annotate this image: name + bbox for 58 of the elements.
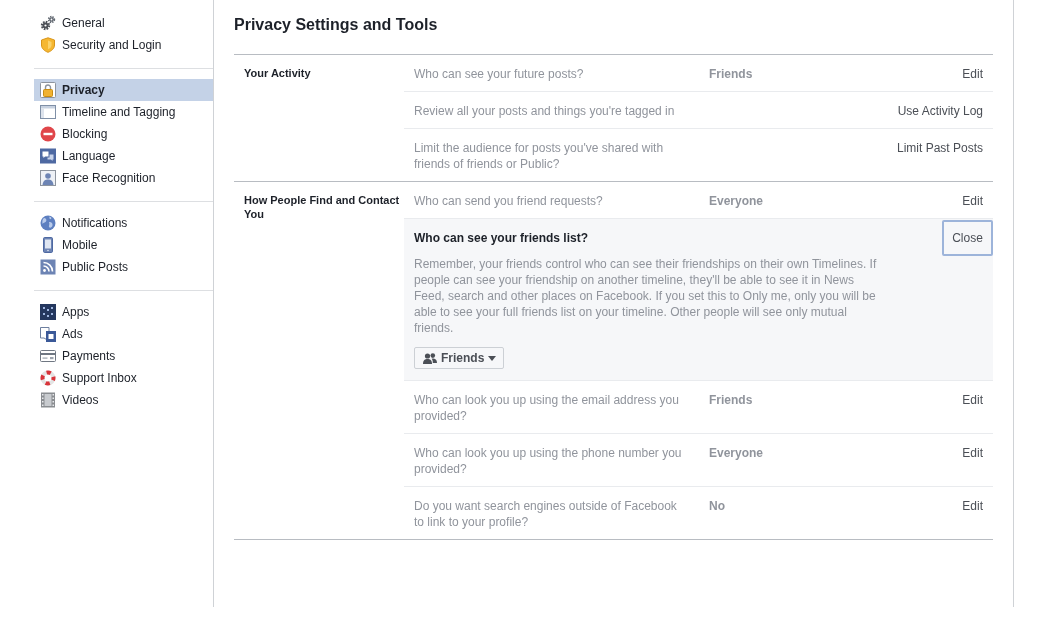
setting-value: Friends: [709, 393, 753, 407]
sidebar-item[interactable]: Privacy: [34, 79, 213, 101]
lifebuoy-icon: [40, 370, 56, 386]
setting-value: No: [709, 499, 725, 513]
section-label: Your Activity: [243, 66, 312, 80]
setting-question: Who can look you up using the phone number you provided?: [414, 445, 683, 477]
ad-tile-icon: [40, 326, 56, 342]
portrait-frame-icon: [40, 170, 56, 186]
action-link[interactable]: Edit: [962, 445, 983, 461]
sidebar-item[interactable]: Security and Login: [34, 34, 213, 56]
setting-question: Limit the audience for posts you've shared with friends of friends or Public?: [414, 140, 665, 172]
setting-value: Everyone: [709, 446, 764, 460]
action-link[interactable]: Edit: [962, 193, 983, 209]
close-button[interactable]: Close: [942, 220, 993, 256]
setting-question: Review all your posts and things you're tagged in: [414, 103, 676, 119]
sidebar-item[interactable]: Support Inbox: [34, 367, 213, 389]
app-grid-icon: [40, 304, 56, 320]
sidebar-item[interactable]: Timeline and Tagging: [34, 101, 213, 123]
setting-value: Friends: [709, 67, 753, 81]
action-link[interactable]: Use Activity Log: [897, 103, 983, 119]
credit-card-icon: [40, 348, 56, 364]
action-link[interactable]: Edit: [962, 66, 983, 82]
sidebar-item[interactable]: Face Recognition: [34, 167, 213, 189]
section-label: How People Find and Contact You: [243, 193, 401, 221]
panel-description: Remember, your friends control who can see their friendships on their own Timelines. If people can see your friendship on another timeline, they'll be able to see it in News Feed, search and other places on Facebook. If you set this to Only me, only you will be able to see your full friends list on your timeline. Other people will see only mutual friends.: [414, 256, 878, 336]
shield-icon: [40, 37, 56, 53]
sidebar-item[interactable]: Ads: [34, 323, 213, 345]
setting-question: Who can send you friend requests?: [414, 193, 604, 209]
padlock-icon: [40, 82, 56, 98]
sidebar-item[interactable]: Blocking: [34, 123, 213, 145]
setting-value: Everyone: [709, 194, 764, 208]
people-icon: [423, 352, 437, 364]
sidebar-item[interactable]: Payments: [34, 345, 213, 367]
page-title: Privacy Settings and Tools: [234, 15, 439, 35]
gears-icon: [40, 15, 56, 31]
speech-tile-icon: [40, 148, 56, 164]
sidebar-item[interactable]: Language: [34, 145, 213, 167]
caret-icon: [488, 355, 497, 361]
sidebar-item[interactable]: Mobile: [34, 234, 213, 256]
sidebar-item[interactable]: Videos: [34, 389, 213, 411]
action-link[interactable]: Edit: [962, 498, 983, 514]
film-icon: [40, 392, 56, 408]
action-link[interactable]: Limit Past Posts: [896, 140, 983, 156]
window-icon: [40, 104, 56, 120]
action-link[interactable]: Edit: [962, 392, 983, 408]
setting-question: Who can look you up using the email address you provided?: [414, 392, 680, 424]
sidebar-item[interactable]: General: [34, 12, 213, 34]
phone-icon: [40, 237, 56, 253]
sidebar-item[interactable]: Apps: [34, 301, 213, 323]
no-entry-icon: [40, 126, 56, 142]
sidebar-item[interactable]: Public Posts: [34, 256, 213, 278]
sidebar-item[interactable]: Notifications: [34, 212, 213, 234]
rss-icon: [40, 259, 56, 275]
setting-question: Do you want search engines outside of Facebook to link to your profile?: [414, 498, 678, 530]
audience-dropdown[interactable]: Friends: [414, 347, 505, 369]
setting-question: Who can see your future posts?: [414, 66, 585, 82]
globe-icon: [40, 215, 56, 231]
panel-title: Who can see your friends list?: [414, 230, 589, 246]
